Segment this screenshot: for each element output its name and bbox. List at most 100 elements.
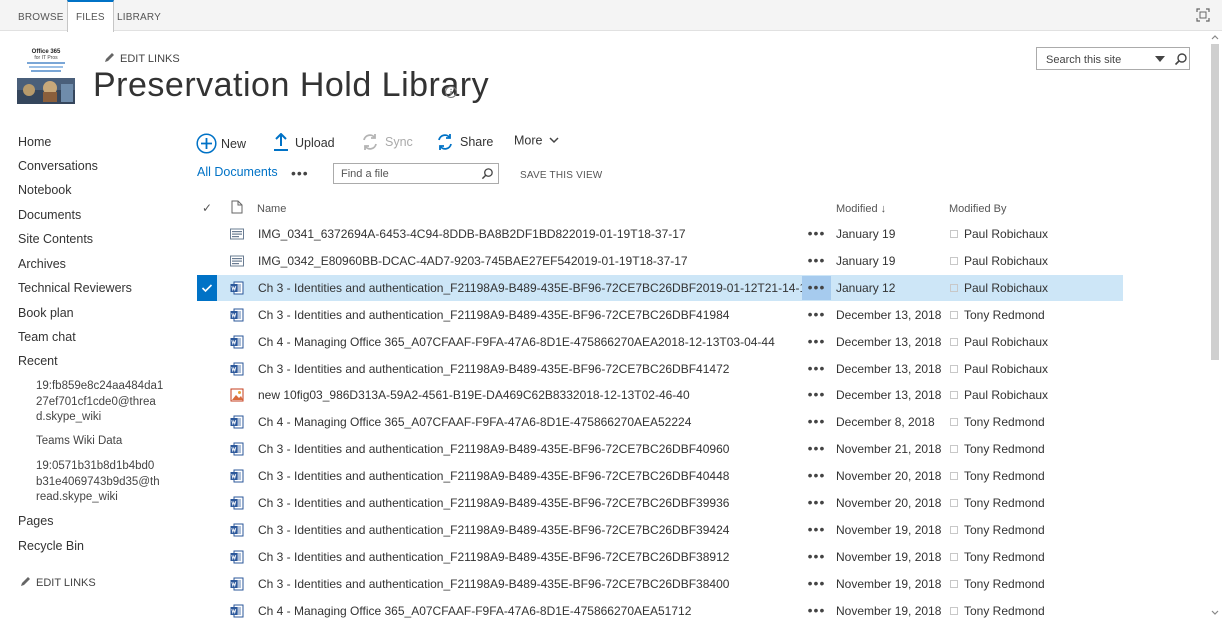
column-header-modified[interactable]: Modified ↓ xyxy=(836,203,886,215)
modified-by-user[interactable]: Paul Robichaux xyxy=(964,362,1048,376)
row-ellipsis-button[interactable]: ••• xyxy=(802,599,831,623)
nav-site-contents[interactable]: Site Contents xyxy=(18,232,93,246)
modified-by-user[interactable]: Tony Redmond xyxy=(964,550,1045,564)
file-name-link[interactable]: Ch 4 - Managing Office 365_A07CFAAF-F9FA… xyxy=(258,335,775,349)
table-row[interactable]: Ch 3 - Identities and authentication_F21… xyxy=(197,463,1123,489)
row-ellipsis-button[interactable]: ••• xyxy=(802,491,831,515)
nav-notebook[interactable]: Notebook xyxy=(18,183,72,197)
nav-pages[interactable]: Pages xyxy=(18,514,53,528)
file-name-link[interactable]: IMG_0341_6372694A-6453-4C94-8DDB-BA8B2DF… xyxy=(258,227,686,241)
file-name-link[interactable]: Ch 3 - Identities and authentication_F21… xyxy=(258,442,729,456)
scroll-up-arrow-icon[interactable] xyxy=(1211,34,1219,40)
file-name-link[interactable]: Ch 3 - Identities and authentication_F21… xyxy=(258,577,729,591)
file-name-link[interactable]: Ch 3 - Identities and authentication_F21… xyxy=(258,308,729,322)
row-ellipsis-button[interactable]: ••• xyxy=(802,410,831,434)
row-ellipsis-button[interactable]: ••• xyxy=(802,545,831,569)
share-button[interactable]: Share xyxy=(436,133,493,155)
table-row[interactable]: Ch 4 - Managing Office 365_A07CFAAF-F9FA… xyxy=(197,598,1123,624)
view-options-ellipsis[interactable]: ••• xyxy=(291,165,309,181)
file-name-link[interactable]: Ch 4 - Managing Office 365_A07CFAAF-F9FA… xyxy=(258,415,691,429)
sync-button[interactable]: Sync xyxy=(361,133,413,155)
nav-recent[interactable]: Recent xyxy=(18,354,58,368)
nav-book-plan[interactable]: Book plan xyxy=(18,306,74,320)
modified-by-user[interactable]: Tony Redmond xyxy=(964,577,1045,591)
tab-browse[interactable]: BROWSE xyxy=(18,0,64,31)
file-name-link[interactable]: IMG_0342_E80960BB-DCAC-4AD7-9203-745BAE2… xyxy=(258,254,688,268)
save-this-view-link[interactable]: SAVE THIS VIEW xyxy=(520,170,602,181)
file-name-link[interactable]: Ch 4 - Managing Office 365_A07CFAAF-F9FA… xyxy=(258,604,691,618)
row-ellipsis-button[interactable]: ••• xyxy=(802,464,831,488)
find-file-box[interactable]: Find a file xyxy=(333,163,499,184)
row-ellipsis-button[interactable]: ••• xyxy=(802,383,831,407)
search-scope-dropdown-icon[interactable] xyxy=(1155,56,1165,63)
nav-recent-item-teams-wiki-data[interactable]: Teams Wiki Data xyxy=(36,434,122,450)
modified-by-user[interactable]: Tony Redmond xyxy=(964,469,1045,483)
file-name-link[interactable]: new 10fig03_986D313A-59A2-4561-B19E-DA46… xyxy=(258,388,690,402)
site-logo[interactable]: Office 365 for IT Pros xyxy=(17,46,75,104)
file-name-link[interactable]: Ch 3 - Identities and authentication_F21… xyxy=(258,550,729,564)
nav-recent-item-skype-wiki-1[interactable]: 19:fb859e8c24aa484da1 27ef701cf1cde0@thr… xyxy=(36,379,163,426)
file-name-link[interactable]: Ch 3 - Identities and authentication_F21… xyxy=(258,362,729,376)
table-row[interactable]: Ch 3 - Identities and authentication_F21… xyxy=(197,302,1123,328)
table-row[interactable]: Ch 3 - Identities and authentication_F21… xyxy=(197,544,1123,570)
modified-by-user[interactable]: Tony Redmond xyxy=(964,523,1045,537)
table-row[interactable]: Ch 3 - Identities and authentication_F21… xyxy=(197,571,1123,597)
modified-by-user[interactable]: Paul Robichaux xyxy=(964,388,1048,402)
search-icon[interactable] xyxy=(481,167,494,180)
modified-by-user[interactable]: Paul Robichaux xyxy=(964,281,1048,295)
tab-files[interactable]: FILES xyxy=(67,0,114,32)
modified-by-user[interactable]: Paul Robichaux xyxy=(964,227,1048,241)
column-header-name[interactable]: Name xyxy=(257,203,286,215)
site-search-box[interactable]: Search this site xyxy=(1036,47,1190,70)
select-all-checkmark[interactable]: ✓ xyxy=(202,201,212,215)
table-row[interactable]: IMG_0342_E80960BB-DCAC-4AD7-9203-745BAE2… xyxy=(197,248,1123,274)
search-icon[interactable] xyxy=(1174,52,1188,66)
row-ellipsis-button[interactable]: ••• xyxy=(802,276,831,300)
nav-technical-reviewers[interactable]: Technical Reviewers xyxy=(18,281,132,295)
file-name-link[interactable]: Ch 3 - Identities and authentication_F21… xyxy=(258,281,813,295)
row-ellipsis-button[interactable]: ••• xyxy=(802,303,831,327)
vertical-scrollbar[interactable] xyxy=(1208,32,1222,620)
table-row[interactable]: Ch 3 - Identities and authentication_F21… xyxy=(197,275,1123,301)
table-row[interactable]: Ch 3 - Identities and authentication_F21… xyxy=(197,356,1123,382)
table-row[interactable]: Ch 3 - Identities and authentication_F21… xyxy=(197,436,1123,462)
info-icon[interactable] xyxy=(444,85,458,99)
table-row[interactable]: Ch 4 - Managing Office 365_A07CFAAF-F9FA… xyxy=(197,409,1123,435)
file-name-link[interactable]: Ch 3 - Identities and authentication_F21… xyxy=(258,469,729,483)
column-header-modified-by[interactable]: Modified By xyxy=(949,203,1006,215)
nav-recent-item-skype-wiki-2[interactable]: 19:0571b31b8d1b4bd0 b31e4069743b9d35@th … xyxy=(36,459,160,506)
modified-by-user[interactable]: Paul Robichaux xyxy=(964,254,1048,268)
edit-links-nav[interactable]: EDIT LINKS xyxy=(20,576,96,589)
modified-by-user[interactable]: Tony Redmond xyxy=(964,415,1045,429)
tab-library[interactable]: LIBRARY xyxy=(117,0,161,31)
modified-by-user[interactable]: Tony Redmond xyxy=(964,496,1045,510)
row-ellipsis-button[interactable]: ••• xyxy=(802,330,831,354)
scroll-down-arrow-icon[interactable] xyxy=(1211,610,1219,616)
row-ellipsis-button[interactable]: ••• xyxy=(802,518,831,542)
row-ellipsis-button[interactable]: ••• xyxy=(802,437,831,461)
table-row[interactable]: IMG_0341_6372694A-6453-4C94-8DDB-BA8B2DF… xyxy=(197,221,1123,247)
focus-on-content-icon[interactable] xyxy=(1196,8,1210,22)
table-row[interactable]: Ch 4 - Managing Office 365_A07CFAAF-F9FA… xyxy=(197,329,1123,355)
nav-home[interactable]: Home xyxy=(18,135,51,149)
row-checkbox-checked[interactable] xyxy=(197,275,217,301)
row-ellipsis-button[interactable]: ••• xyxy=(802,249,831,273)
more-button[interactable]: More xyxy=(514,133,559,155)
file-name-link[interactable]: Ch 3 - Identities and authentication_F21… xyxy=(258,523,729,537)
modified-by-user[interactable]: Tony Redmond xyxy=(964,308,1045,322)
table-row[interactable]: Ch 3 - Identities and authentication_F21… xyxy=(197,490,1123,516)
nav-documents[interactable]: Documents xyxy=(18,208,81,222)
nav-recycle-bin[interactable]: Recycle Bin xyxy=(18,539,84,553)
nav-conversations[interactable]: Conversations xyxy=(18,159,98,173)
find-file-input[interactable]: Find a file xyxy=(341,168,389,180)
row-ellipsis-button[interactable]: ••• xyxy=(802,357,831,381)
nav-archives[interactable]: Archives xyxy=(18,257,66,271)
scrollbar-thumb[interactable] xyxy=(1211,44,1219,360)
modified-by-user[interactable]: Tony Redmond xyxy=(964,604,1045,618)
row-ellipsis-button[interactable]: ••• xyxy=(802,222,831,246)
modified-by-user[interactable]: Paul Robichaux xyxy=(964,335,1048,349)
nav-team-chat[interactable]: Team chat xyxy=(18,330,76,344)
table-row[interactable]: Ch 3 - Identities and authentication_F21… xyxy=(197,517,1123,543)
site-search-input[interactable]: Search this site xyxy=(1046,54,1121,66)
row-ellipsis-button[interactable]: ••• xyxy=(802,572,831,596)
